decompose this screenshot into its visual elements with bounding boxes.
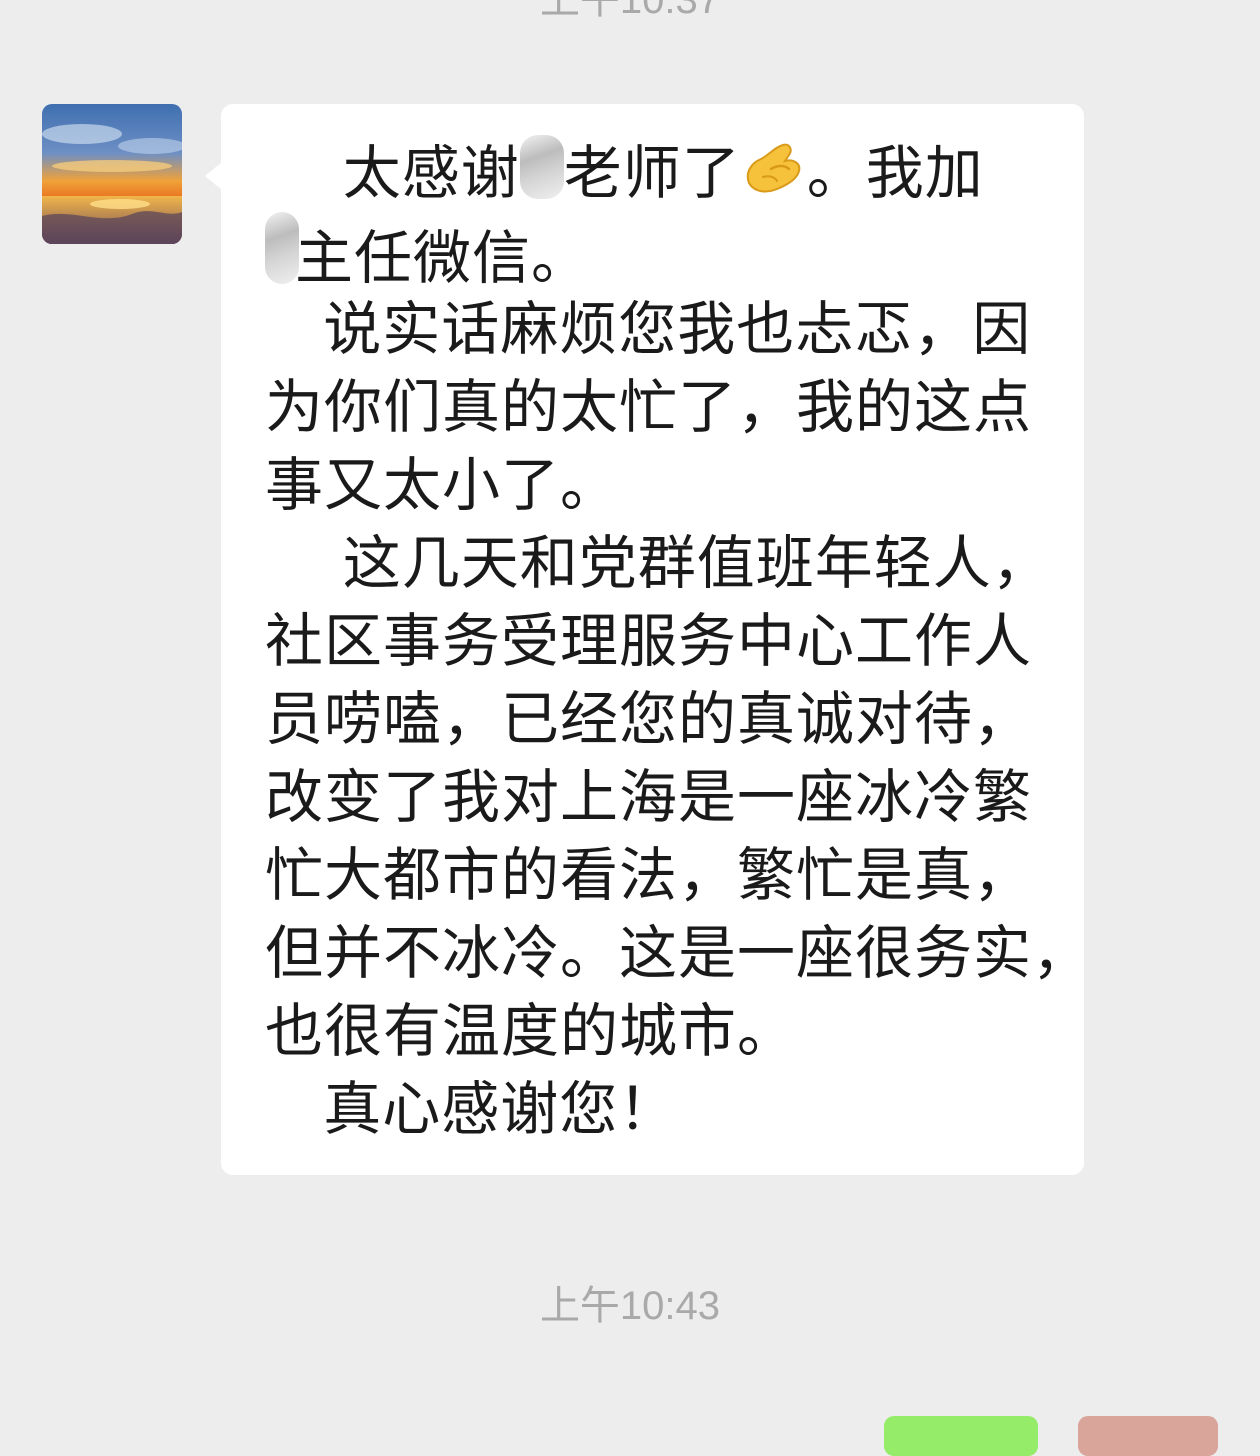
message-line: 主任微信。	[265, 212, 1055, 292]
message-line: 员唠嗑，已经您的真诚对待，	[265, 685, 1033, 753]
own-message-bubble-partial[interactable]	[884, 1416, 1038, 1456]
message-line: 也很有温度的城市。	[265, 997, 797, 1065]
message-line: 社区事务受理服务中心工作人	[265, 607, 1033, 675]
redacted-name	[519, 135, 564, 199]
message-line: 太感谢 老师了 。我加	[265, 134, 1055, 212]
message-line: 这几天和党群值班年轻人，	[265, 529, 1051, 597]
message-bubble[interactable]: 太感谢 老师了 。我加 主任微信。 说实话麻烦您我也忐忑，因 为你们真的太忙了，我…	[205, 104, 1092, 1175]
message-line: 真心感谢您！	[265, 1075, 678, 1143]
own-avatar-partial[interactable]	[1078, 1416, 1218, 1456]
sunset-avatar-image	[42, 104, 182, 244]
message-line: 说实话麻烦您我也忐忑，因	[265, 295, 1032, 363]
chat-timestamp-bottom: 上午10:43	[539, 1284, 721, 1328]
bubble-tail	[205, 162, 222, 190]
message-line: 改变了我对上海是一座冰冷繁	[265, 763, 1033, 831]
message-line: 但并不冰冷。这是一座很务实，	[265, 919, 1092, 987]
pinching-hand-emoji-icon	[741, 139, 807, 201]
message-line: 忙大都市的看法，繁忙是真，	[265, 841, 1033, 909]
chat-timestamp-top: 上午10:37	[539, 0, 721, 22]
contact-avatar[interactable]	[42, 104, 182, 244]
redacted-name	[265, 212, 299, 284]
message-line: 事又太小了。	[265, 451, 620, 519]
message-text: 太感谢 老师了 。我加 主任微信。 说实话麻烦您我也忐忑，因 为你们真的太忙了，我…	[265, 134, 1092, 1148]
message-line: 为你们真的太忙了，我的这点	[265, 373, 1033, 441]
